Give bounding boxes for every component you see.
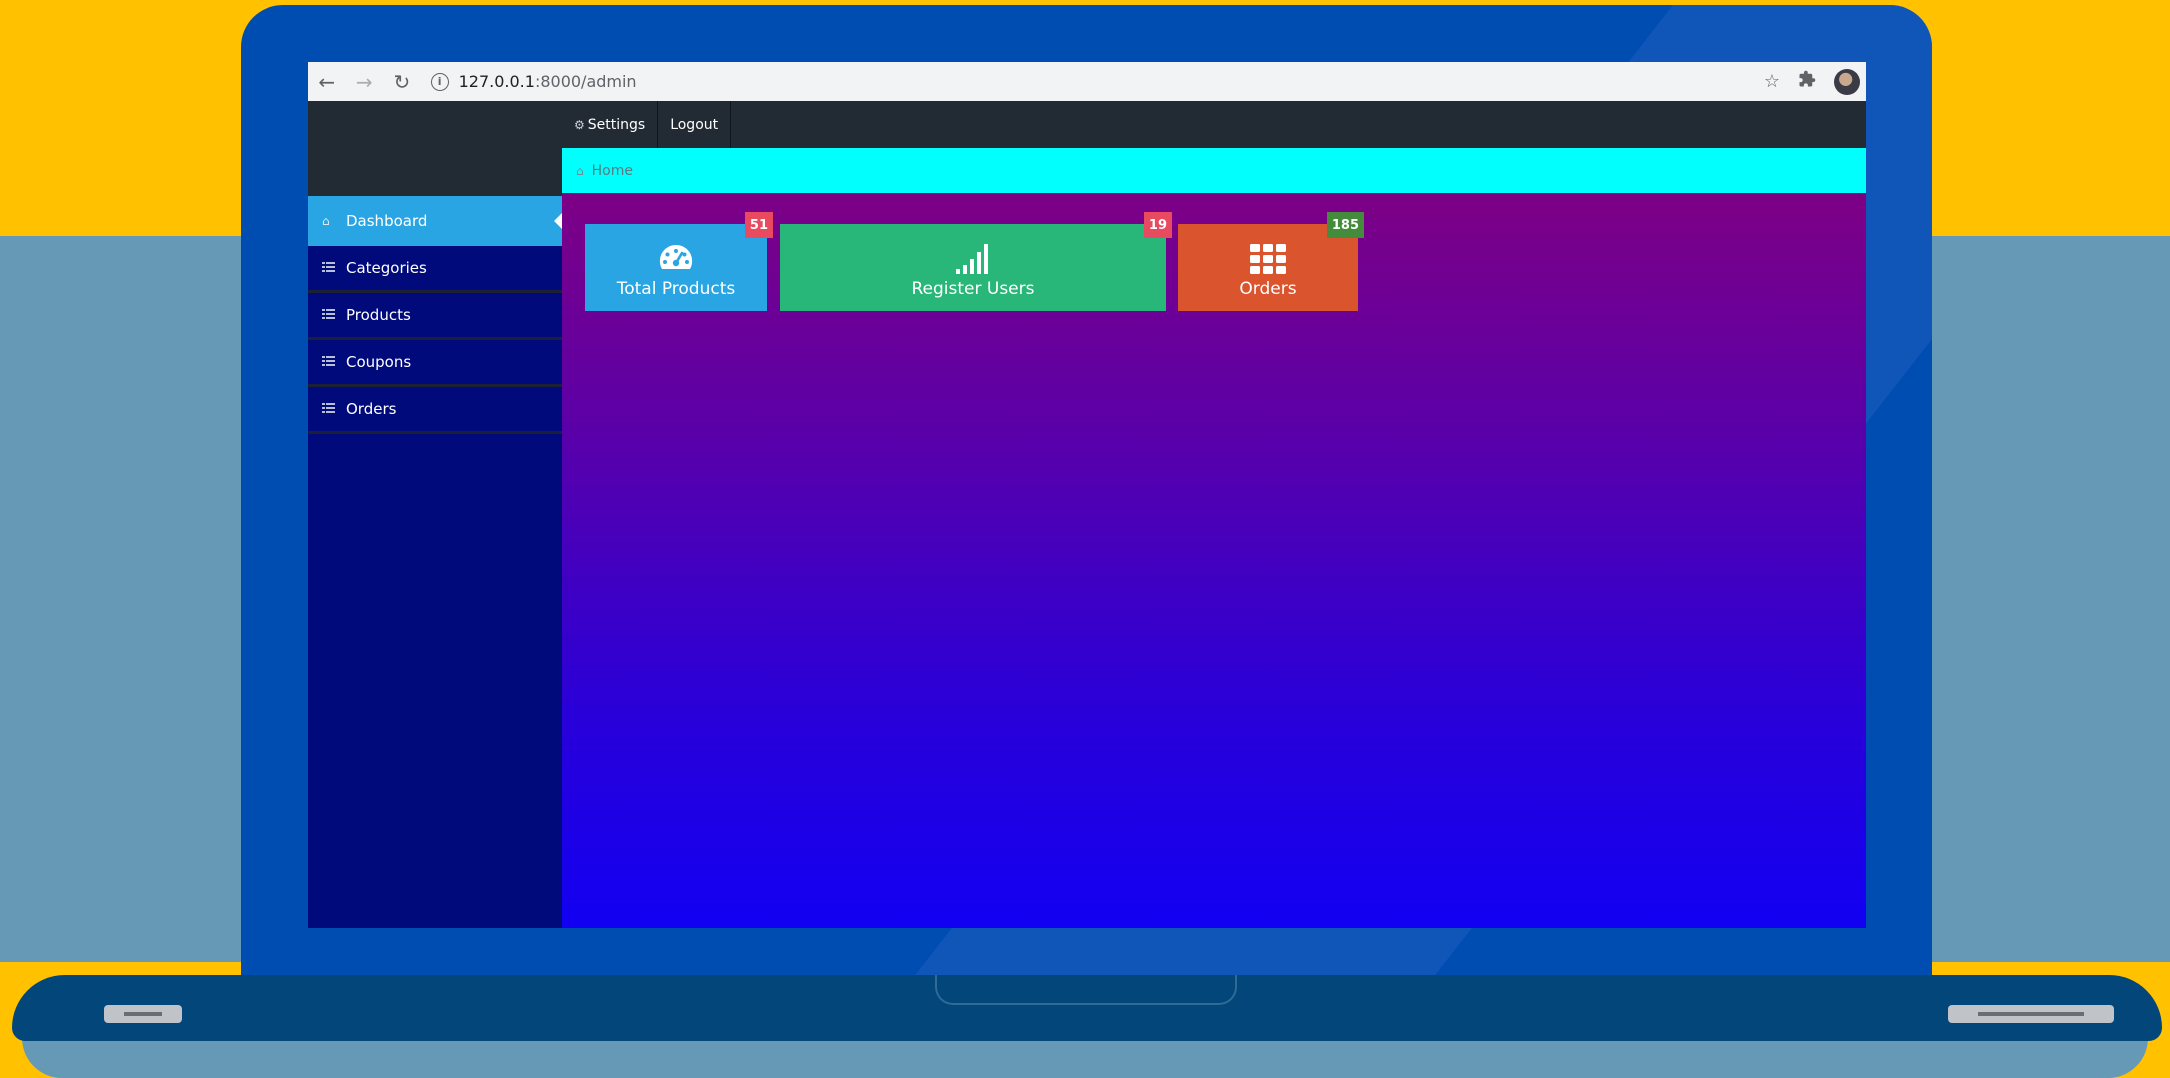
sidebar-item-orders[interactable]: Orders — [308, 387, 562, 434]
home-icon: ⌂ — [576, 163, 584, 178]
laptop-base-notch — [935, 975, 1237, 1005]
sidebar-header — [308, 101, 562, 196]
signal-bars-icon — [956, 244, 988, 274]
extension-icon[interactable] — [1798, 70, 1816, 93]
url-path: :8000/admin — [534, 72, 637, 91]
sidebar-item-label: Dashboard — [346, 212, 428, 230]
laptop-foot-right — [1948, 1005, 2114, 1023]
sidebar-item-categories[interactable]: Categories — [308, 246, 562, 293]
logout-button[interactable]: Logout — [658, 101, 732, 148]
dashboard-content: 51 Total Products 19 Register Users 185 … — [562, 193, 1866, 928]
list-icon — [322, 355, 346, 369]
profile-avatar[interactable] — [1834, 68, 1860, 95]
sidebar-item-products[interactable]: Products — [308, 293, 562, 340]
grid-icon — [1250, 244, 1286, 274]
address-bar[interactable]: i 127.0.0.1:8000/admin — [430, 66, 1764, 97]
sidebar-item-coupons[interactable]: Coupons — [308, 340, 562, 387]
top-navbar: ⚙ Settings Logout — [562, 101, 1866, 148]
logout-label: Logout — [670, 116, 719, 133]
count-badge: 51 — [744, 212, 773, 238]
admin-app: ⌂ Dashboard Categories Products Coupons … — [308, 101, 1866, 928]
laptop-base-underside — [22, 1038, 2148, 1078]
dashboard-gauge-icon — [659, 244, 693, 269]
count-badge: 185 — [1326, 212, 1364, 238]
gear-icon: ⚙ — [574, 117, 585, 132]
settings-button[interactable]: ⚙ Settings — [562, 101, 659, 148]
star-icon[interactable]: ☆ — [1764, 71, 1780, 92]
reload-icon[interactable]: ↻ — [383, 62, 421, 101]
breadcrumb-home-link[interactable]: Home — [592, 163, 633, 179]
home-icon: ⌂ — [322, 214, 330, 228]
sidebar-item-dashboard[interactable]: ⌂ Dashboard — [308, 196, 562, 246]
list-icon — [322, 402, 346, 416]
settings-label: Settings — [587, 116, 646, 133]
tile-label: Total Products — [616, 279, 736, 299]
browser-window: ← → ↻ i 127.0.0.1:8000/admin ☆ ⌂ Dashboa… — [308, 62, 1866, 928]
sidebar-item-label: Products — [346, 306, 411, 324]
browser-toolbar: ← → ↻ i 127.0.0.1:8000/admin ☆ — [308, 62, 1866, 101]
url-host: 127.0.0.1 — [458, 72, 535, 91]
count-badge: 19 — [1143, 212, 1172, 238]
sidebar-item-label: Categories — [346, 259, 427, 277]
total-products-tile[interactable]: 51 Total Products — [585, 212, 773, 311]
info-icon[interactable]: i — [430, 72, 449, 91]
back-arrow-icon[interactable]: ← — [308, 62, 346, 101]
breadcrumb: ⌂ Home — [562, 148, 1866, 193]
tile-label: Orders — [1239, 279, 1297, 299]
list-icon — [322, 261, 346, 275]
register-users-tile[interactable]: 19 Register Users — [780, 212, 1172, 311]
sidebar-item-label: Orders — [346, 400, 397, 418]
sidebar-item-label: Coupons — [346, 353, 412, 371]
browser-actions: ☆ — [1764, 68, 1866, 95]
tile-label: Register Users — [911, 279, 1035, 299]
forward-arrow-icon[interactable]: → — [346, 62, 384, 101]
list-icon — [322, 308, 346, 322]
orders-tile[interactable]: 185 Orders — [1178, 212, 1364, 311]
laptop-foot-left — [104, 1005, 182, 1023]
sidebar: ⌂ Dashboard Categories Products Coupons … — [308, 101, 562, 928]
